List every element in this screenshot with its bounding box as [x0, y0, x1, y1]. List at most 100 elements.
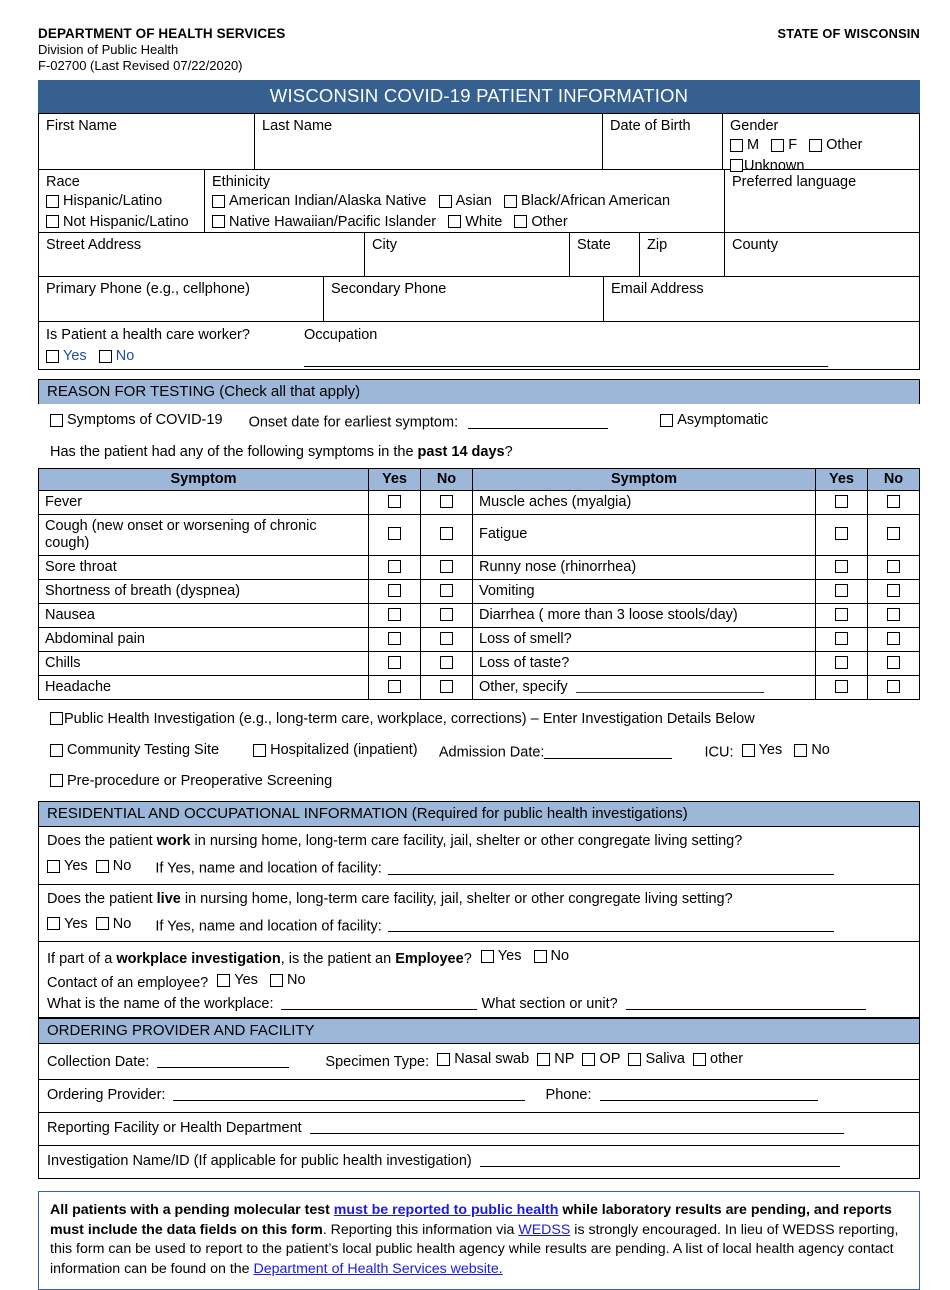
last-name-field[interactable]: Last Name	[254, 114, 602, 169]
preprocedure-screening-option[interactable]: Pre-procedure or Preoperative Screening	[50, 772, 332, 790]
checkbox-icon[interactable]	[887, 583, 900, 597]
work-yes-option[interactable]: Yes	[47, 856, 88, 876]
checkbox-icon[interactable]	[537, 1053, 551, 1066]
checkbox-icon[interactable]	[50, 743, 63, 757]
symptom-yes-checkbox-cell-left[interactable]	[368, 602, 421, 628]
healthcare-worker-yes[interactable]: Yes	[46, 347, 87, 365]
symptom-no-checkbox-cell-left[interactable]	[420, 626, 473, 652]
ordering-provider-input[interactable]	[173, 1088, 526, 1101]
work-no-option[interactable]: No	[95, 856, 131, 876]
symptom-no-checkbox-cell-right[interactable]	[867, 650, 920, 676]
checkbox-icon[interactable]	[46, 215, 59, 228]
symptom-yes-checkbox-cell-left[interactable]	[368, 650, 421, 676]
gender-option-m[interactable]: M	[730, 136, 759, 154]
city-field[interactable]: City	[364, 233, 569, 276]
symptom-yes-checkbox-cell-left[interactable]	[368, 513, 421, 556]
checkbox-icon[interactable]	[440, 494, 453, 508]
symptom-no-checkbox-cell-right[interactable]	[867, 489, 920, 515]
checkbox-icon[interactable]	[835, 607, 848, 621]
checkbox-icon[interactable]	[388, 607, 401, 621]
county-field[interactable]: County	[724, 233, 919, 276]
symptom-no-checkbox-cell-left[interactable]	[420, 489, 473, 515]
checkbox-icon[interactable]	[388, 679, 401, 693]
symptom-yes-checkbox-cell-left[interactable]	[368, 554, 421, 580]
checkbox-icon[interactable]	[50, 712, 63, 725]
symptom-no-checkbox-cell-right[interactable]	[867, 513, 920, 556]
public-health-investigation-option[interactable]: Public Health Investigation (e.g., long-…	[50, 710, 755, 728]
occupation-input[interactable]	[304, 354, 828, 367]
symptom-no-checkbox-cell-right[interactable]	[867, 554, 920, 580]
checkbox-icon[interactable]	[253, 743, 267, 757]
checkbox-icon[interactable]	[794, 743, 808, 757]
symptom-yes-checkbox-cell-right[interactable]	[815, 674, 868, 700]
specimen-np-option[interactable]: NP	[537, 1049, 574, 1070]
employee-no-option[interactable]: No	[533, 946, 569, 967]
checkbox-icon[interactable]	[438, 194, 452, 208]
checkbox-icon[interactable]	[582, 1053, 596, 1066]
checkbox-icon[interactable]	[388, 494, 401, 508]
first-name-field[interactable]: First Name	[39, 114, 254, 169]
notice-link-dhs-website[interactable]: Department of Health Services website.	[254, 1261, 503, 1277]
checkbox-icon[interactable]	[440, 607, 453, 621]
onset-date-input[interactable]	[468, 416, 609, 429]
checkbox-icon[interactable]	[730, 138, 743, 152]
asymptomatic-option[interactable]: Asymptomatic	[660, 411, 768, 429]
checkbox-icon[interactable]	[693, 1053, 707, 1066]
symptom-yes-checkbox-cell-right[interactable]	[815, 554, 868, 580]
symptom-no-checkbox-cell-left[interactable]	[420, 650, 473, 676]
symptom-no-checkbox-cell-right[interactable]	[867, 602, 920, 628]
symptom-yes-checkbox-cell-right[interactable]	[815, 602, 868, 628]
checkbox-icon[interactable]	[448, 215, 462, 228]
symptom-no-checkbox-cell-right[interactable]	[867, 578, 920, 604]
symptom-yes-checkbox-cell-left[interactable]	[368, 489, 421, 515]
checkbox-icon[interactable]	[95, 859, 109, 873]
checkbox-icon[interactable]	[835, 527, 848, 540]
icu-yes-option[interactable]: Yes	[741, 741, 782, 759]
checkbox-icon[interactable]	[480, 950, 494, 963]
contact-employee-yes-option[interactable]: Yes	[217, 970, 258, 991]
zip-field[interactable]: Zip	[639, 233, 724, 276]
checkbox-icon[interactable]	[741, 743, 755, 757]
live-no-option[interactable]: No	[95, 914, 131, 934]
checkbox-icon[interactable]	[388, 583, 401, 597]
checkbox-icon[interactable]	[514, 215, 528, 228]
symptom-yes-checkbox-cell-left[interactable]	[368, 674, 421, 700]
date-of-birth-field[interactable]: Date of Birth	[602, 114, 722, 169]
checkbox-icon[interactable]	[95, 917, 109, 930]
ethnicity-option-black[interactable]: Black/African American	[503, 192, 670, 210]
checkbox-icon[interactable]	[440, 679, 453, 693]
notice-link-report-public-health[interactable]: must be reported to public health	[334, 1202, 559, 1218]
specimen-other-option[interactable]: other	[693, 1049, 743, 1070]
symptom-no-checkbox-cell-left[interactable]	[420, 602, 473, 628]
collection-date-input[interactable]	[157, 1055, 290, 1068]
symptom-no-checkbox-cell-left[interactable]	[420, 578, 473, 604]
symptom-yes-checkbox-cell-right[interactable]	[815, 626, 868, 652]
hospitalized-option[interactable]: Hospitalized (inpatient)	[253, 741, 418, 759]
checkbox-icon[interactable]	[46, 349, 59, 363]
investigation-id-input[interactable]	[479, 1154, 840, 1167]
work-facility-input[interactable]	[387, 862, 834, 875]
checkbox-icon[interactable]	[50, 413, 63, 427]
gender-option-f[interactable]: F	[771, 136, 797, 154]
provider-phone-input[interactable]	[599, 1088, 818, 1101]
symptom-yes-checkbox-cell-right[interactable]	[815, 578, 868, 604]
checkbox-icon[interactable]	[887, 527, 900, 540]
checkbox-icon[interactable]	[47, 859, 60, 873]
symptom-other-specify-input[interactable]	[575, 681, 764, 693]
symptom-yes-checkbox-cell-left[interactable]	[368, 626, 421, 652]
checkbox-icon[interactable]	[835, 559, 848, 573]
symptoms-of-covid-option[interactable]: Symptoms of COVID-19	[50, 411, 223, 429]
checkbox-icon[interactable]	[270, 974, 283, 987]
contact-employee-no-option[interactable]: No	[270, 970, 306, 991]
live-yes-option[interactable]: Yes	[47, 914, 88, 934]
checkbox-icon[interactable]	[212, 194, 225, 208]
symptom-no-checkbox-cell-right[interactable]	[867, 674, 920, 700]
ethnicity-option-asian[interactable]: Asian	[438, 192, 492, 210]
workplace-name-input[interactable]	[281, 997, 478, 1010]
preferred-language-field[interactable]: Preferred language	[724, 170, 919, 232]
symptom-yes-checkbox-cell-right[interactable]	[815, 513, 868, 556]
checkbox-icon[interactable]	[46, 194, 59, 208]
symptom-no-checkbox-cell-left[interactable]	[420, 513, 473, 556]
admission-date-input[interactable]	[544, 746, 673, 759]
specimen-nasal-swab-option[interactable]: Nasal swab	[437, 1049, 529, 1070]
